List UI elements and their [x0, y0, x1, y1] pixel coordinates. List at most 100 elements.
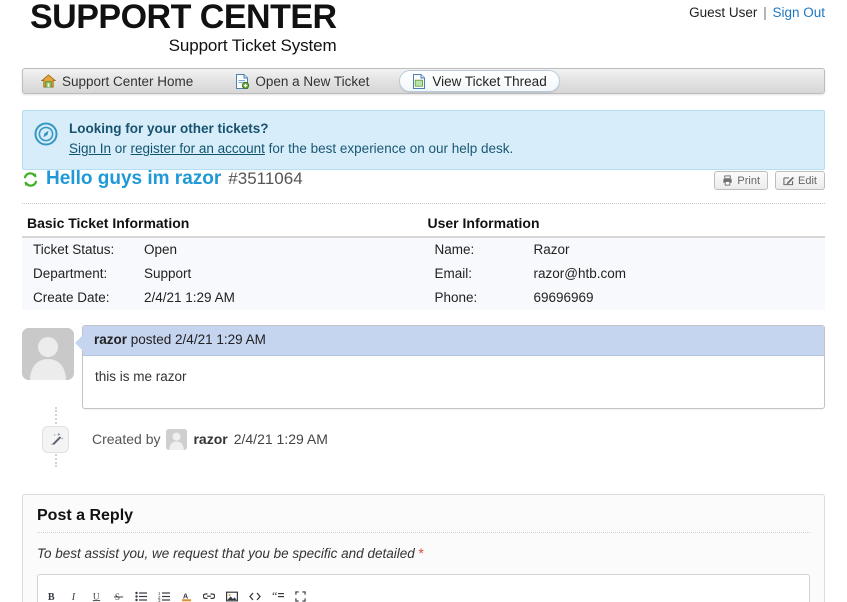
nav-item-label: View Ticket Thread	[432, 73, 547, 89]
numbered-list-icon[interactable]: 123	[158, 591, 170, 602]
svg-text:A: A	[183, 591, 189, 600]
brand-title: SUPPORT CENTER	[30, 0, 337, 36]
row-value: Support	[144, 266, 192, 281]
svg-text:I: I	[71, 592, 76, 602]
nav-item-label: Support Center Home	[62, 73, 194, 89]
bullet-list-icon[interactable]	[135, 591, 147, 602]
nav-item-open-a-new-ticket[interactable]: Open a New Ticket	[223, 70, 381, 92]
refresh-icon	[22, 171, 39, 188]
row-value: Razor	[533, 242, 570, 257]
message-author: razor	[94, 332, 128, 347]
row-value: razor@htb.com	[533, 266, 626, 281]
edit-button[interactable]: Edit	[775, 171, 825, 190]
ticket-actions: Print Edit	[714, 171, 825, 190]
post-a-reply-panel: Post a Reply To best assist you, we requ…	[22, 494, 825, 602]
thread-event: Created by razor 2/4/21 1:29 AM	[42, 407, 825, 468]
nav-item-label: Open a New Ticket	[255, 73, 370, 89]
ticket-information-tables: Basic Ticket Information Ticket Status: …	[22, 213, 825, 310]
basic-info-heading: Basic Ticket Information	[22, 213, 424, 238]
thread-message: razor posted 2/4/21 1:29 AM this is me r…	[22, 325, 825, 410]
banner-sign-in-link[interactable]: Sign In	[69, 141, 111, 156]
print-button[interactable]: Print	[714, 171, 769, 190]
ticket-thread: razor posted 2/4/21 1:29 AM this is me r…	[22, 325, 825, 468]
row-key: Department:	[33, 266, 108, 281]
event-description: Created by razor 2/4/21 1:29 AM	[92, 428, 328, 450]
svg-text:3: 3	[158, 598, 161, 602]
reply-hint: To best assist you, we request that you …	[37, 546, 810, 561]
image-icon[interactable]	[226, 591, 239, 602]
ticket-header: Hello guys im razor #3511064 Print Edit	[22, 168, 825, 198]
table-row: Email: razor@htb.com	[423, 262, 825, 286]
page-title: Hello guys im razor #3511064	[22, 168, 825, 190]
brand-subtitle: Support Ticket System	[168, 35, 337, 55]
banner-body: Sign In or register for an account for t…	[69, 139, 814, 159]
ticket-subject: Hello guys im razor	[46, 168, 222, 189]
message-header: razor posted 2/4/21 1:29 AM	[83, 326, 824, 357]
banner-tail-text: for the best experience on our help desk…	[264, 141, 514, 157]
print-button-label: Print	[737, 174, 761, 187]
row-key: Name:	[434, 242, 475, 257]
message-box: razor posted 2/4/21 1:29 AM this is me r…	[75, 325, 825, 410]
reply-hint-text: To best assist you, we request that you …	[37, 546, 415, 561]
table-row: Department: Support	[22, 262, 424, 286]
table-row: Create Date: 2/4/21 1:29 AM	[22, 286, 424, 310]
reply-editor[interactable]: B I U S 123 A “	[37, 574, 810, 602]
page-header: SUPPORT CENTER Support Ticket System Gue…	[0, 0, 847, 62]
user-avatar-icon	[166, 428, 188, 450]
edit-button-label: Edit	[798, 174, 817, 187]
fullscreen-icon[interactable]	[295, 590, 306, 602]
strikethrough-icon[interactable]: S	[113, 591, 124, 602]
table-row: Name: Razor	[423, 238, 825, 262]
event-label: Created by	[92, 431, 161, 448]
brand-logo: SUPPORT CENTER Support Ticket System	[30, 0, 337, 54]
user-bar-separator: |	[763, 5, 767, 20]
underline-icon[interactable]: U	[91, 591, 102, 602]
other-tickets-banner: Looking for your other tickets? Sign In …	[22, 110, 825, 170]
row-key: Create Date:	[33, 290, 110, 305]
sign-out-link[interactable]: Sign Out	[772, 5, 825, 20]
svg-text:U: U	[93, 591, 100, 601]
user-bar: Guest User | Sign Out	[689, 5, 825, 20]
row-value: 69696969	[533, 290, 594, 305]
new-document-icon	[235, 73, 250, 89]
compass-icon	[34, 122, 58, 151]
nav-item-support-center-home[interactable]: Support Center Home	[29, 70, 205, 92]
reply-section-title: Post a Reply	[37, 507, 810, 533]
table-row: Ticket Status: Open	[22, 238, 424, 262]
link-icon[interactable]	[202, 591, 216, 602]
basic-ticket-information-table: Basic Ticket Information Ticket Status: …	[22, 213, 424, 310]
user-name-label: Guest User	[689, 5, 758, 20]
row-value: Open	[144, 242, 178, 257]
row-key: Ticket Status:	[33, 242, 115, 257]
message-meta: posted 2/4/21 1:29 AM	[127, 332, 266, 347]
pencil-square-icon	[783, 175, 795, 186]
bold-icon[interactable]: B	[47, 591, 58, 602]
document-icon	[412, 73, 426, 89]
user-info-heading: User Information	[423, 213, 825, 238]
magic-wand-icon	[42, 425, 69, 453]
banner-or-text: or	[111, 141, 131, 157]
svg-text:“: “	[272, 591, 277, 602]
italic-icon[interactable]: I	[69, 591, 80, 602]
message-body: this is me razor	[95, 369, 187, 385]
event-date: 2/4/21 1:29 AM	[233, 431, 328, 448]
printer-icon	[722, 175, 733, 186]
main-navigation: Support Center Home Open a New Ticket Vi…	[22, 68, 825, 94]
nav-item-view-ticket-thread[interactable]: View Ticket Thread	[399, 70, 560, 92]
ticket-number: #3511064	[228, 169, 303, 188]
user-information-table: User Information Name: Razor Email: razo…	[423, 213, 825, 310]
quote-icon[interactable]: “	[272, 589, 284, 602]
home-icon	[40, 74, 57, 88]
row-key: Email:	[434, 266, 473, 281]
user-avatar-icon	[22, 328, 74, 380]
row-key: Phone:	[434, 290, 478, 305]
code-icon[interactable]	[249, 591, 261, 602]
row-value: 2/4/21 1:29 AM	[144, 290, 235, 305]
header-divider	[22, 203, 825, 204]
banner-title: Looking for your other tickets?	[69, 121, 269, 136]
table-row: Phone: 69696969	[423, 286, 825, 310]
text-color-icon[interactable]: A	[181, 591, 192, 602]
banner-register-link[interactable]: register for an account	[131, 141, 265, 156]
editor-toolbar: B I U S 123 A “	[38, 583, 809, 602]
required-marker: *	[418, 546, 424, 561]
